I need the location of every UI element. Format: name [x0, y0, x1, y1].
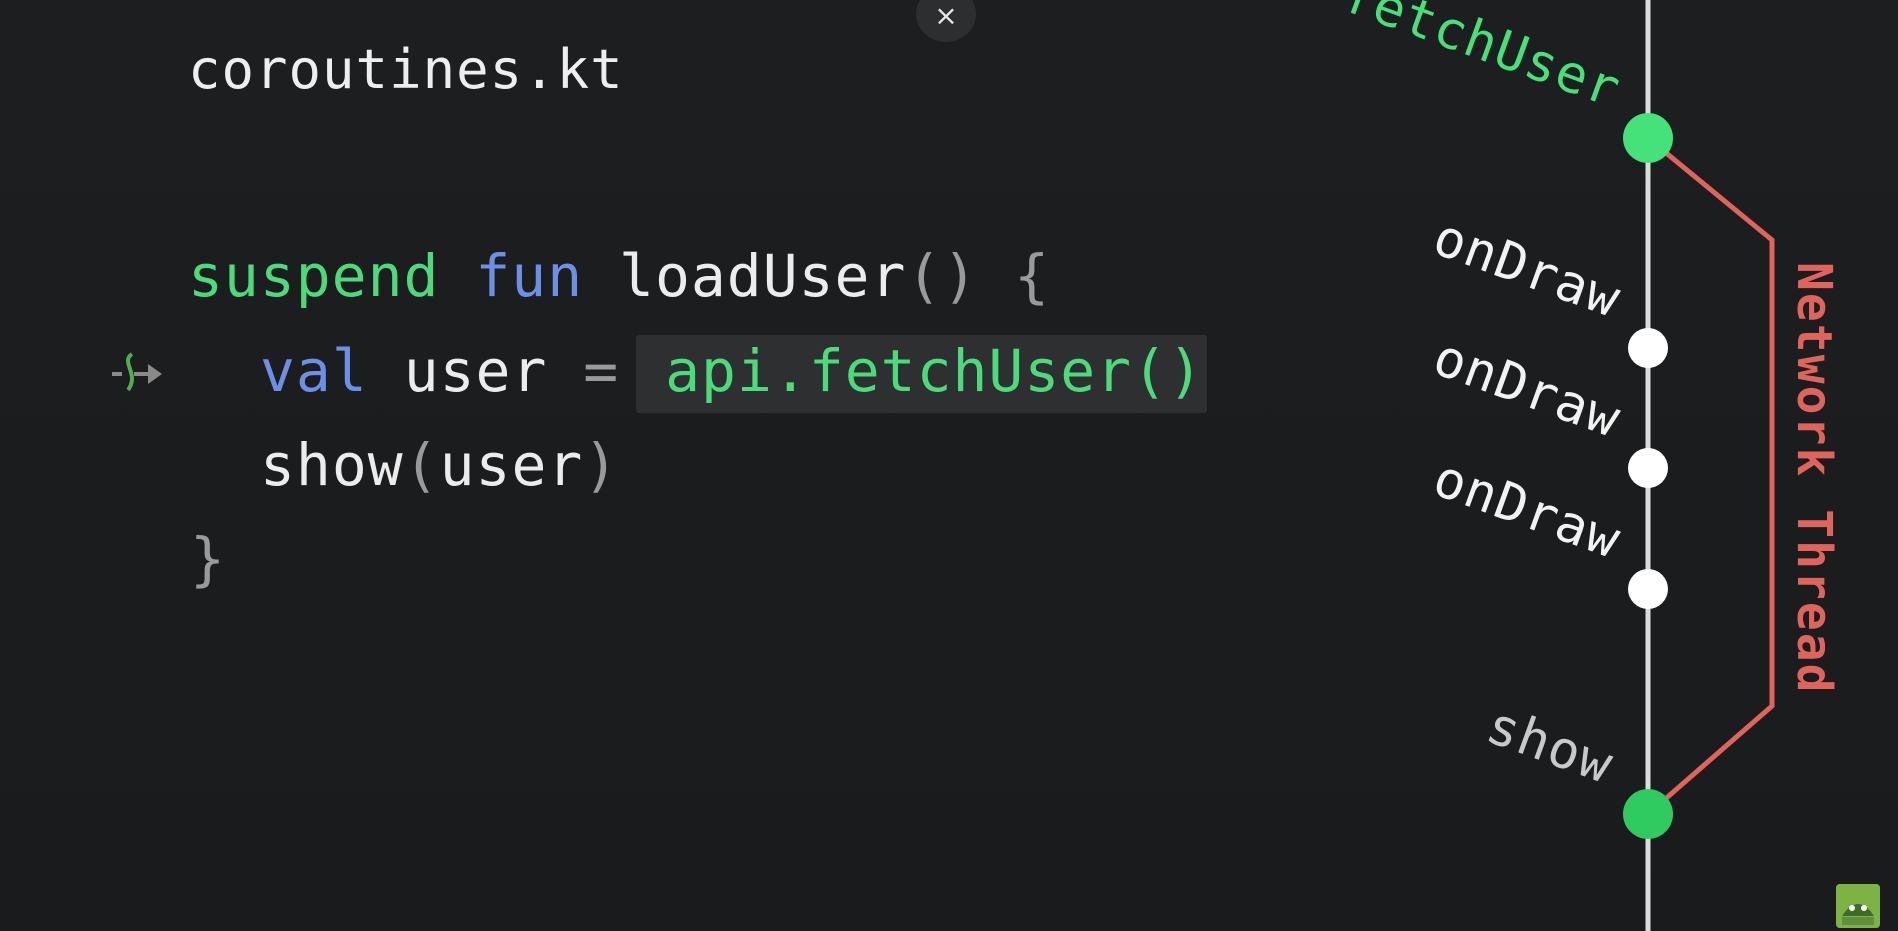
- on-draw-node-3: [1628, 569, 1668, 609]
- channel-logo: [1836, 884, 1880, 928]
- on-draw-node-1: [1628, 328, 1668, 368]
- fetch-user-node: [1623, 113, 1673, 163]
- network-thread-label: Network Thread: [1786, 262, 1842, 695]
- thread-timeline: [1623, 0, 1775, 931]
- on-draw-node-2: [1628, 448, 1668, 488]
- show-node: [1623, 789, 1673, 839]
- network-thread-path: [1646, 136, 1775, 816]
